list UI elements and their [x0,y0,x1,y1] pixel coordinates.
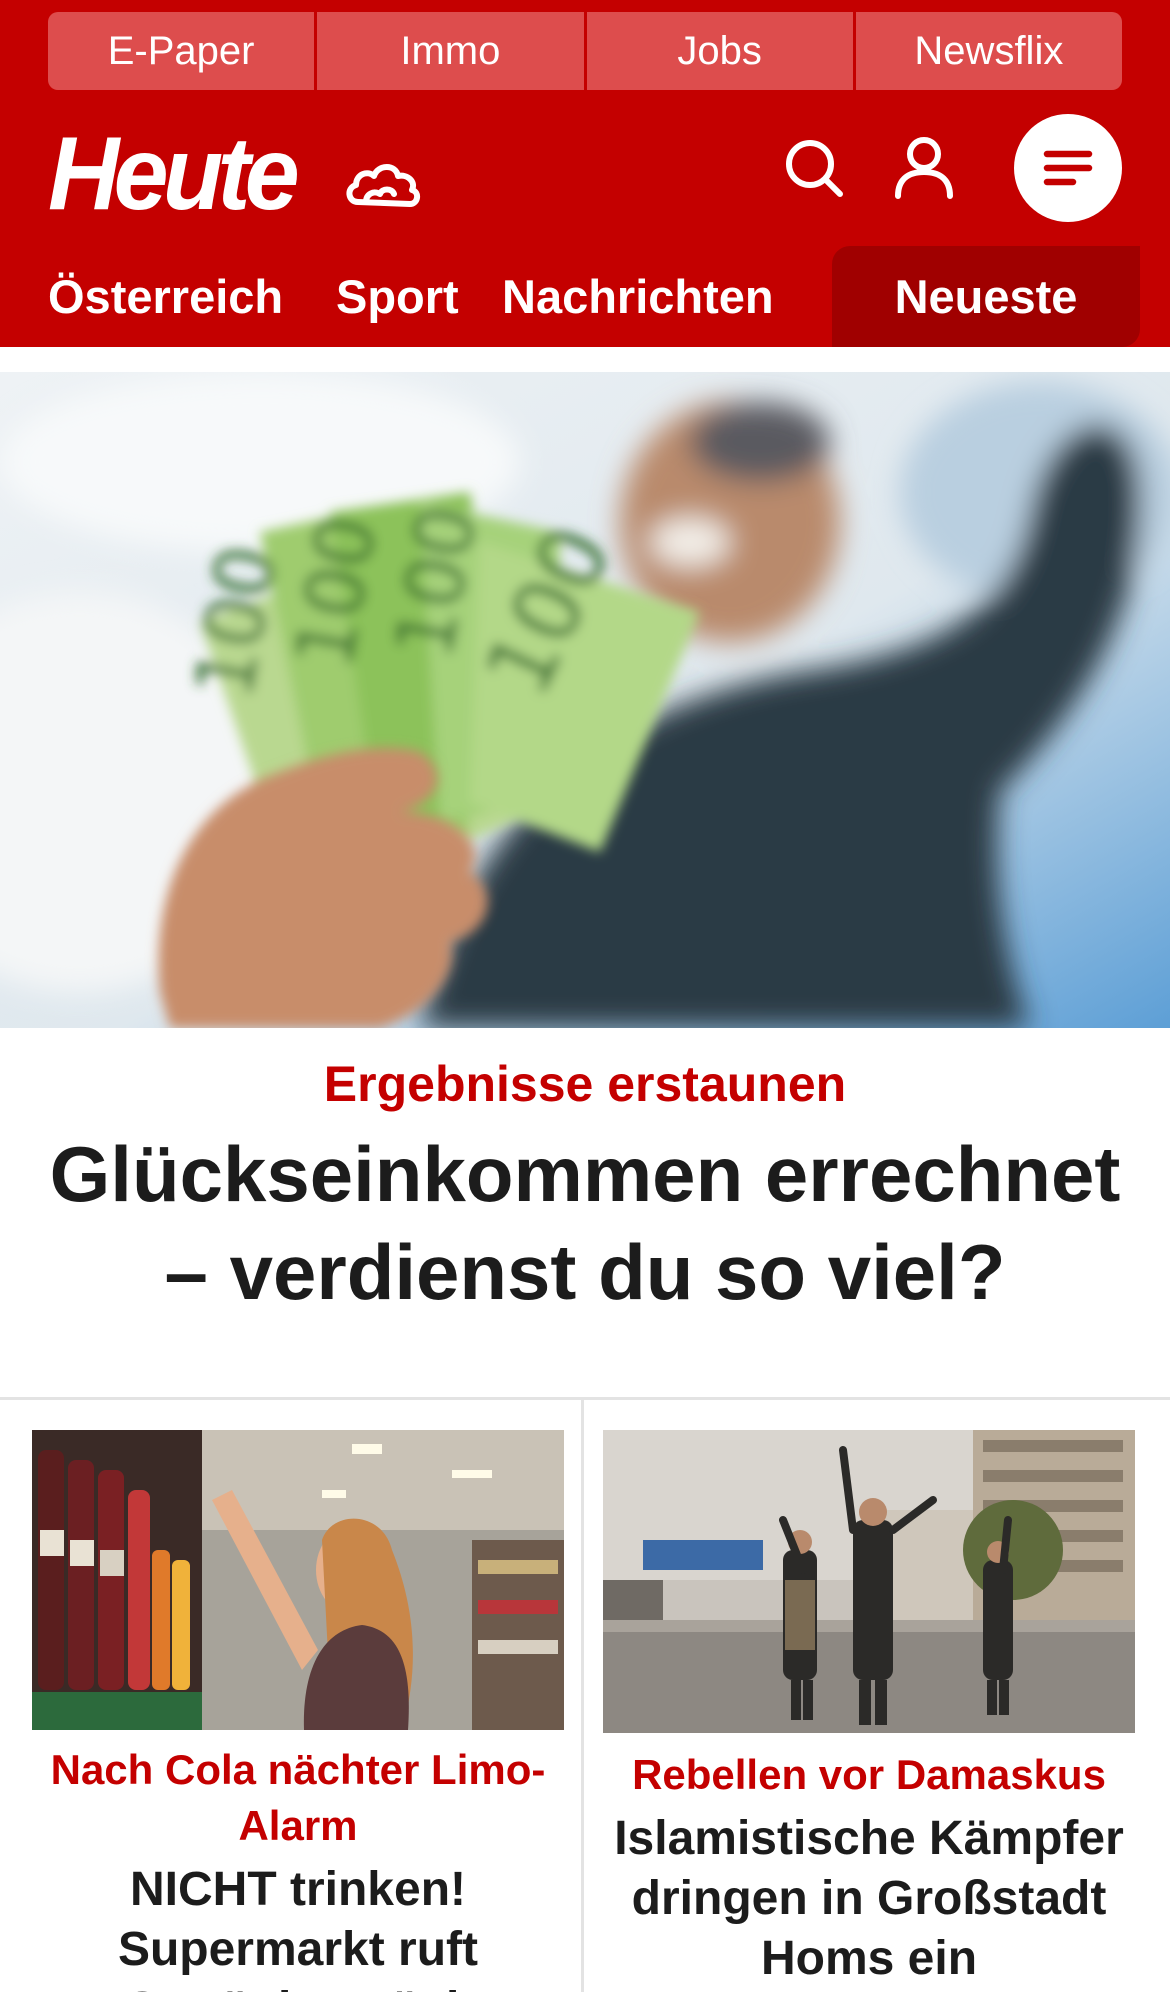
menu-icon [1043,150,1093,186]
hero-kicker[interactable]: Ergebnisse erstaunen [0,1052,1170,1116]
site-header: E-Paper Immo Jobs Newsflix Heute Österre… [0,0,1170,347]
weather-cloud-icon[interactable] [344,150,424,214]
article-image[interactable] [603,1430,1135,1733]
quicklink-immo[interactable]: Immo [314,12,584,90]
quicklinks-bar: E-Paper Immo Jobs Newsflix [48,12,1122,90]
nav-tab-neueste[interactable]: Neueste [832,246,1140,347]
site-logo[interactable]: Heute [48,122,300,226]
article-kicker[interactable]: Rebellen vor Damaskus [603,1747,1135,1803]
hero-image[interactable]: 100 100 100 100 [0,372,1170,1028]
section-divider [0,1397,1170,1400]
user-icon[interactable] [890,134,958,202]
nav-tab-oesterreich[interactable]: Österreich [48,246,283,347]
quicklink-jobs[interactable]: Jobs [583,12,853,90]
article-image[interactable] [32,1430,564,1730]
section-nav: Österreich Sport Nachrichten Neueste [0,246,1170,347]
article-card[interactable]: Nach Cola nächter Limo-Alarm NICHT trink… [32,1430,564,1992]
nav-tab-nachrichten[interactable]: Nachrichten [502,246,774,347]
article-headline[interactable]: NICHT trinken! Supermarkt ruft Getränk z… [32,1860,564,1992]
nav-tab-sport[interactable]: Sport [336,246,459,347]
article-kicker[interactable]: Nach Cola nächter Limo-Alarm [32,1742,564,1854]
hero-headline[interactable]: Glückseinkommen errechnet – verdienst du… [40,1125,1130,1321]
column-divider [581,1400,584,1992]
article-card[interactable]: Rebellen vor Damaskus Islamistische Kämp… [603,1430,1135,1989]
article-headline[interactable]: Islamistische Kämpfer dringen in Großsta… [603,1809,1135,1989]
quicklink-epaper[interactable]: E-Paper [48,12,315,90]
search-icon[interactable] [780,136,852,200]
menu-button[interactable] [1014,114,1122,222]
quicklink-newsflix[interactable]: Newsflix [852,12,1122,90]
